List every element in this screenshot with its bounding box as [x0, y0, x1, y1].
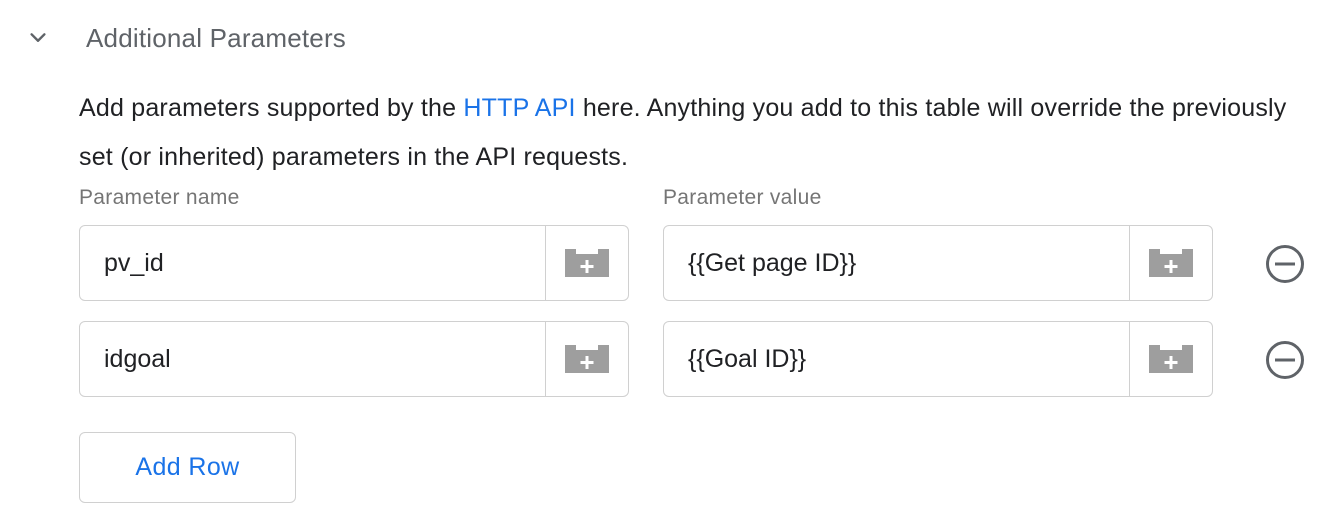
parameter-name-input[interactable] [80, 322, 545, 396]
remove-circle-icon [1266, 341, 1304, 379]
section-description: Add parameters supported by the HTTP API… [79, 84, 1319, 182]
section-title: Additional Parameters [86, 22, 346, 53]
variable-picker-button[interactable] [1129, 322, 1212, 396]
remove-row-button[interactable] [1264, 339, 1306, 381]
remove-row-button[interactable] [1264, 243, 1306, 285]
chevron-down-icon[interactable] [24, 24, 52, 52]
variable-picker-icon [1149, 249, 1193, 277]
http-api-link[interactable]: HTTP API [463, 94, 575, 122]
parameter-name-header: Parameter name [79, 186, 240, 209]
parameter-value-input[interactable] [664, 226, 1129, 300]
section-header[interactable]: Additional Parameters [24, 16, 346, 60]
variable-picker-icon [565, 249, 609, 277]
variable-picker-icon [565, 345, 609, 373]
variable-picker-button[interactable] [545, 322, 628, 396]
description-text-start: Add parameters supported by the [79, 94, 464, 122]
parameter-value-header: Parameter value [663, 186, 822, 209]
variable-picker-button[interactable] [1129, 226, 1212, 300]
parameter-name-field [79, 225, 629, 301]
variable-picker-icon [1149, 345, 1193, 373]
parameter-value-field [663, 225, 1213, 301]
parameter-value-field [663, 321, 1213, 397]
parameter-name-input[interactable] [80, 226, 545, 300]
parameter-value-input[interactable] [664, 322, 1129, 396]
add-row-button[interactable]: Add Row [79, 432, 296, 503]
parameter-name-field [79, 321, 629, 397]
variable-picker-button[interactable] [545, 226, 628, 300]
remove-circle-icon [1266, 245, 1304, 283]
